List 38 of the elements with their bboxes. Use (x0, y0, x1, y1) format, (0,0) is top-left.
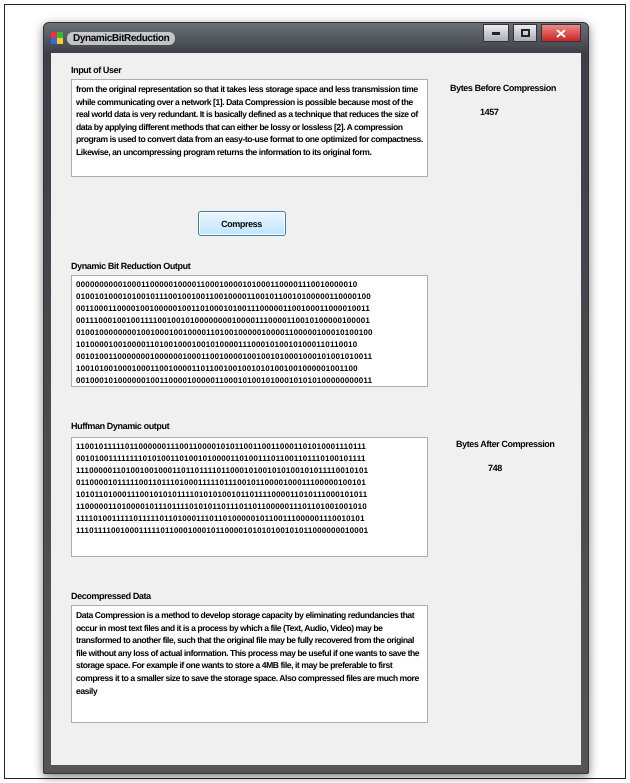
dynamic-output-text-area[interactable] (71, 275, 428, 387)
binary-line: 0110000101111100110111010001111101110010110000100011100000100101 (76, 477, 368, 489)
binary-line: 0011100010010011110010010100000000100001110000110010100000100001 (76, 315, 372, 327)
bytes-after-label: Bytes After Compression (456, 439, 556, 449)
binary-line: 1110000011010010010001101101111011000101001010100101011110010101 (76, 465, 370, 477)
maximize-button[interactable] (513, 24, 537, 42)
huffman-output-text-area[interactable] (71, 437, 428, 557)
bytes-before-label: Bytes Before Compression (450, 83, 557, 93)
binary-line: 1100101111101100000011100110000101011001100110001101010001110111 (76, 441, 368, 453)
binary-line: 1010110100011100101010111101010100101101111000011010111000101011 (76, 489, 368, 501)
binary-line: 1010000100100001101001000100101000011100010100101000110110010 (76, 339, 358, 351)
input-text-area[interactable]: from the original representation so that it takes less storage space and less transmission time while communicating over a network [1]. Data Compression is possible because most of the real world data is very redundant. It is basically defined as a technique that reduces the size of data by applying different methods that can either be lossy or lossless [2]. A compression program is used to convert data from an easy-to-use format to one optimized for compactness. Likewise, an uncompressing program returns the information to its original form. (71, 79, 428, 177)
dynamic-output-label: Dynamic Bit Reduction Output (71, 261, 192, 271)
maximize-icon (520, 29, 530, 37)
decompressed-label: Decompressed Data (71, 591, 152, 601)
close-button[interactable] (541, 24, 581, 42)
minimize-button[interactable] (483, 24, 509, 42)
bytes-before-value: 1457 (480, 107, 500, 117)
binary-line: 0011000110000100100000100110100010100111000001100100011000010011 (76, 303, 372, 315)
binary-line: 0010100111111110101001101001010000110100111011001101110100101111 (76, 453, 367, 465)
binary-line: 1110111100100011111011000100010110000101010100101011000000010001 (76, 525, 370, 537)
binary-line: 0100100000000100100010010000110100100000100001100000100010100100 (76, 327, 374, 339)
binary-line: 0010100110000000100000010001100100001001001010001000101001010011 (76, 351, 374, 363)
decompressed-text-area[interactable]: Data Compression is a method to develop storage capacity by eliminating redundancies that occur in most text files and it is a process by which a file (Text, Audio, Video) may be transformed to another file, such that the original file may be fully recovered from the original file without any loss of actual information. This process may be useful if one wants to save the storage space. For example if one wants to store a 4MB file, it may be preferable to first compress it to a smaller size to save the storage space. Also compressed files are much more easily (71, 605, 428, 723)
input-label: Input of User (71, 65, 123, 75)
binary-line: 0000000000100011000001000011000100001010001100001110010000010 (76, 279, 358, 291)
compress-button[interactable]: Compress (198, 211, 286, 236)
binary-line: 1001010010001000110010000110110010010010101001001000001001100 (76, 363, 359, 375)
huffman-output-label: Huffman Dynamic output (71, 421, 170, 431)
binary-line: 1100000110100001011101111010101101110110110000011101101001001010 (76, 501, 368, 513)
minimize-icon (492, 32, 500, 34)
binary-line: 0100101000101001011100100100110010000110010110010100000110000100 (76, 291, 372, 303)
binary-line: 0010001010000001001100001000001100010100101000101010100000000011 (76, 375, 374, 386)
bytes-after-value: 748 (488, 463, 503, 473)
close-icon (556, 28, 566, 38)
binary-line: 1111010011111011111011010001110110100000101100111000001110010101 (76, 513, 366, 525)
window-title: DynamicBitReduction (67, 32, 176, 44)
app-icon (51, 32, 63, 44)
